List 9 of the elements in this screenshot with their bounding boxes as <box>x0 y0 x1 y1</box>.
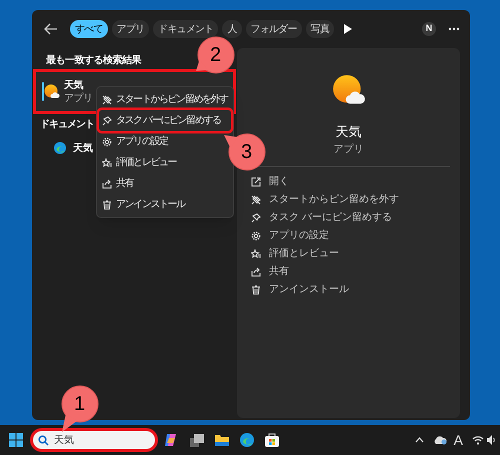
app-type: アプリ <box>64 92 92 104</box>
callout-number: 1 <box>74 394 86 414</box>
section-heading: 最も一致する検索結果 <box>46 54 141 68</box>
app-name: 天気 <box>64 78 84 92</box>
callout-number: 3 <box>241 142 252 162</box>
section-heading: ドキュメント <box>40 118 94 132</box>
callout-number: 2 <box>210 45 222 65</box>
app-name: 天気 <box>336 123 362 141</box>
app-type: アプリ <box>334 142 364 156</box>
